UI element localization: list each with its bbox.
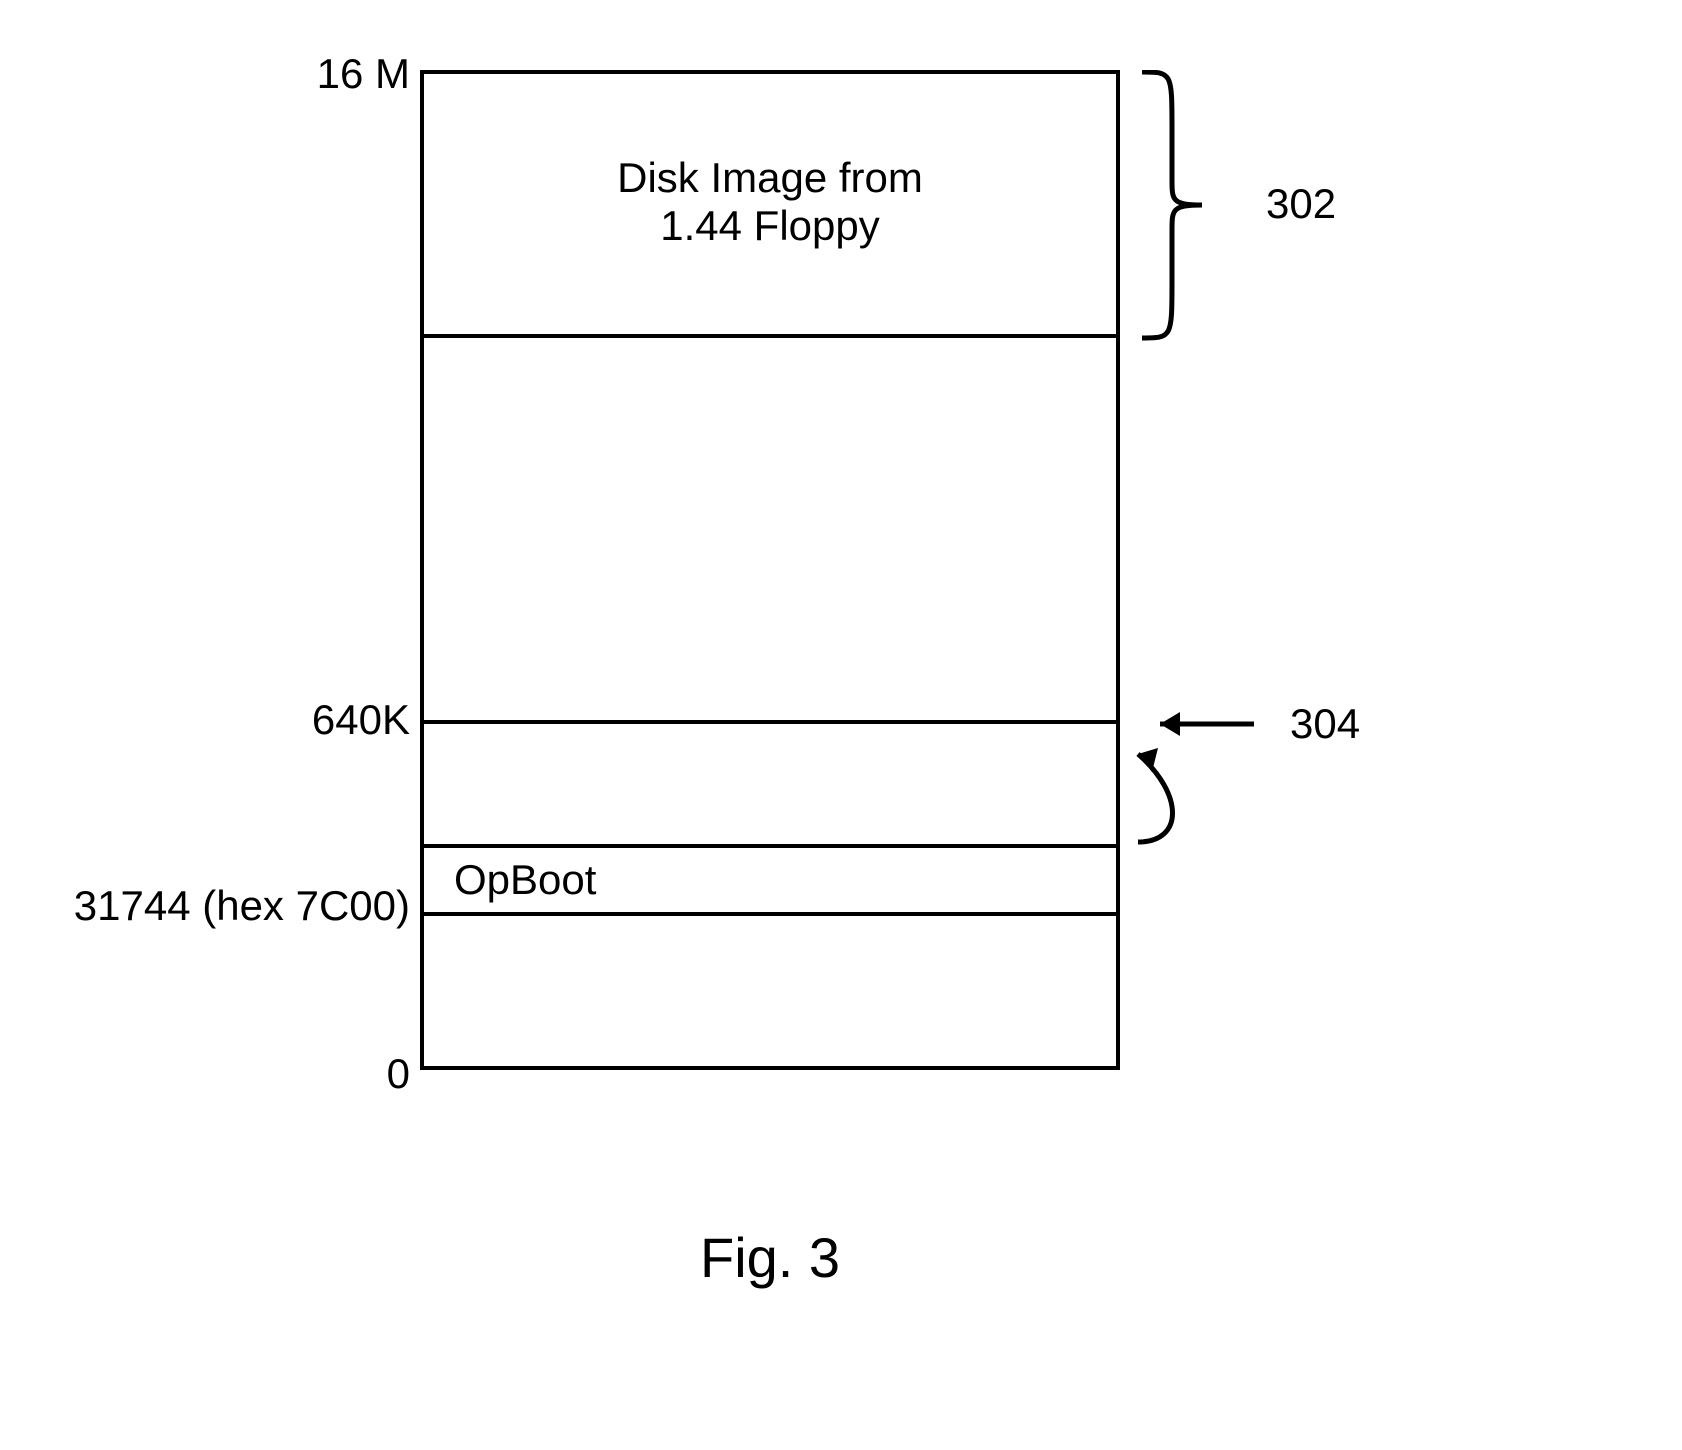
opboot-region-label: OpBoot <box>454 856 596 904</box>
disk-image-label-line1: Disk Image from <box>617 154 923 201</box>
divider-disk-image-bottom <box>424 334 1116 338</box>
divider-opboot-bottom <box>424 912 1116 916</box>
disk-image-region: Disk Image from 1.44 Floppy <box>424 154 1116 250</box>
label-31744: 31744 (hex 7C00) <box>40 882 410 930</box>
label-640k: 640K <box>280 696 410 744</box>
memory-map-diagram: Disk Image from 1.44 Floppy OpBoot <box>420 70 1120 1070</box>
divider-opboot-top <box>424 844 1116 848</box>
disk-image-label-line2: 1.44 Floppy <box>660 202 879 249</box>
label-0: 0 <box>355 1050 410 1098</box>
figure-caption: Fig. 3 <box>700 1225 840 1290</box>
divider-640k <box>424 720 1116 724</box>
brace-icon <box>1132 70 1242 342</box>
callout-302: 302 <box>1266 180 1336 228</box>
label-16m: 16 M <box>280 50 410 98</box>
callout-304: 304 <box>1290 700 1360 748</box>
